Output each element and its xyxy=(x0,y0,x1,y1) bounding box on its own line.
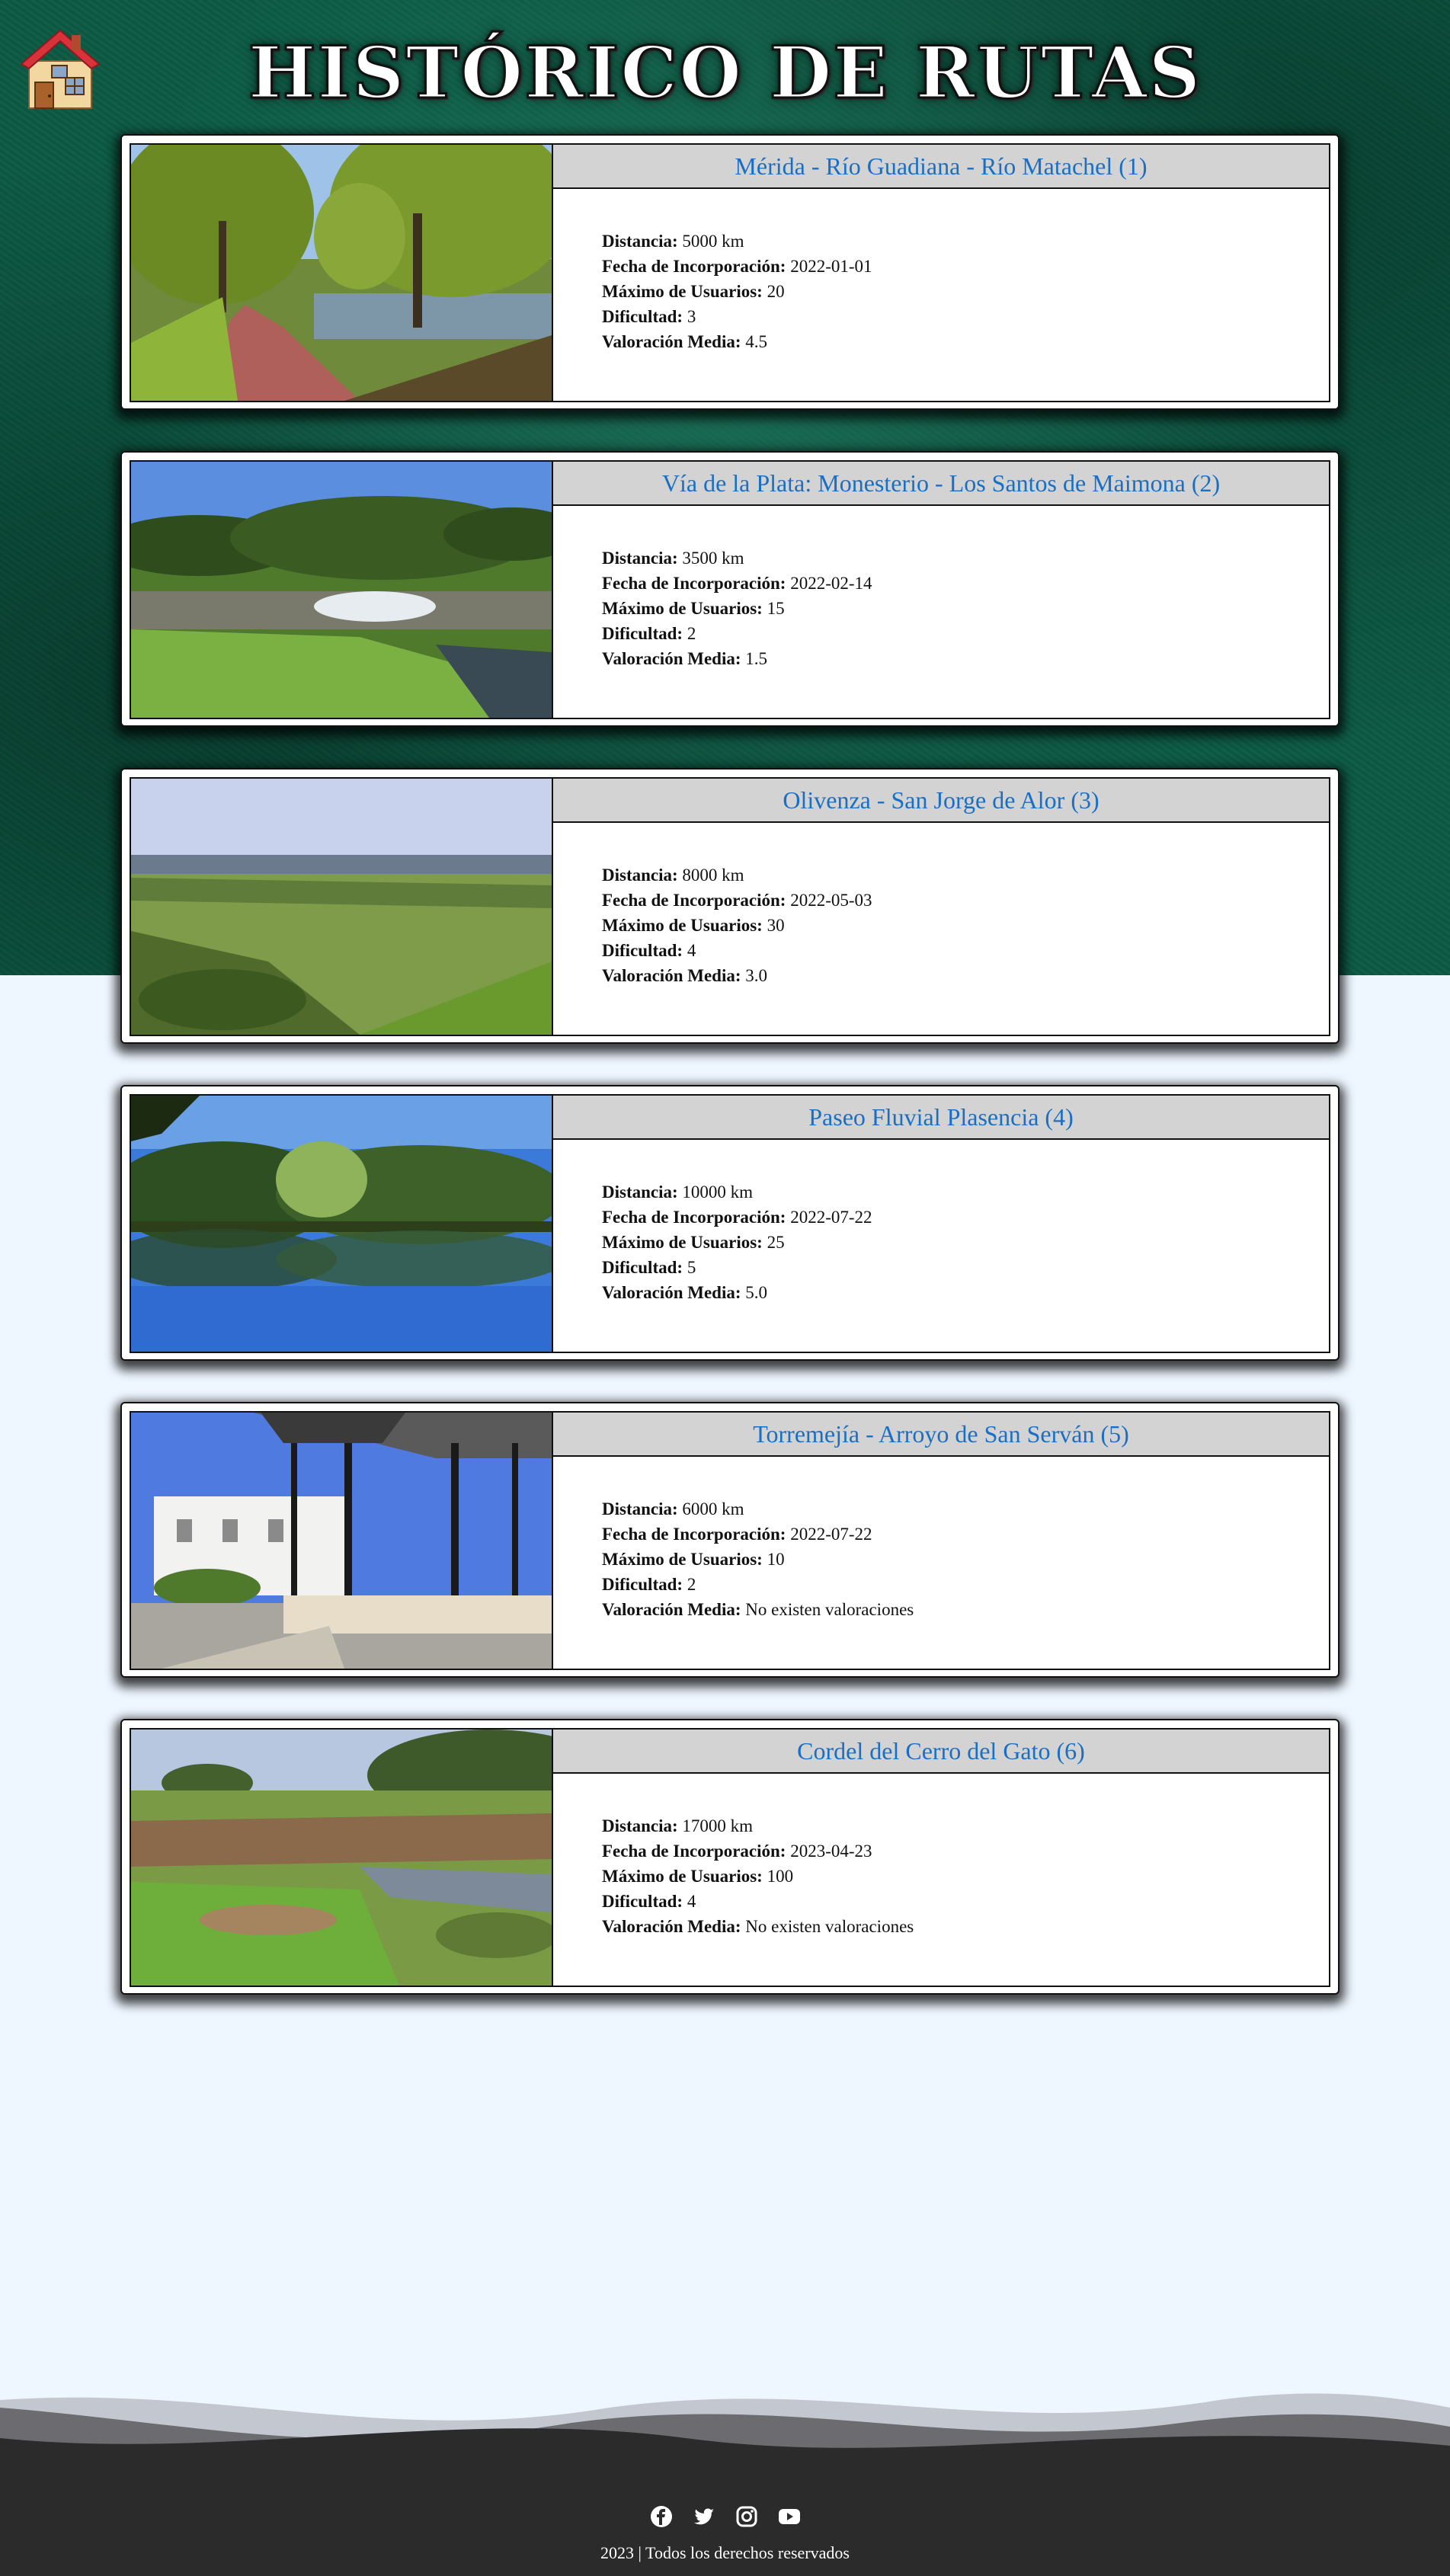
rating-row: Valoración Media: 4.5 xyxy=(602,332,767,351)
difficulty-row: Dificultad: 2 xyxy=(602,624,696,643)
rating-row: Valoración Media: No existen valoracione… xyxy=(602,1917,914,1936)
difficulty-row: Dificultad: 2 xyxy=(602,1575,696,1594)
route-details: Distancia: 10000 km Fecha de Incorporaci… xyxy=(553,1140,1329,1305)
distance-row: Distancia: 8000 km xyxy=(602,866,744,885)
date-row: Fecha de Incorporación: 2023-04-23 xyxy=(602,1842,872,1861)
route-card: Cordel del Cerro del Gato (6) Distancia:… xyxy=(120,1719,1340,1995)
rating-row: Valoración Media: 1.5 xyxy=(602,649,767,668)
facebook-icon[interactable] xyxy=(650,2505,673,2528)
twitter-icon[interactable] xyxy=(693,2505,715,2528)
date-row: Fecha de Incorporación: 2022-01-01 xyxy=(602,257,872,276)
date-row: Fecha de Incorporación: 2022-05-03 xyxy=(602,891,872,910)
creek-grassland-photo xyxy=(131,1730,553,1986)
town-bandstand-photo xyxy=(131,1413,553,1669)
rating-row: Valoración Media: 5.0 xyxy=(602,1283,767,1302)
route-card: Olivenza - San Jorge de Alor (3) Distanc… xyxy=(120,768,1340,1044)
date-row: Fecha de Incorporación: 2022-07-22 xyxy=(602,1208,872,1227)
difficulty-row: Dificultad: 4 xyxy=(602,1892,696,1911)
route-title-link[interactable]: Paseo Fluvial Plasencia (4) xyxy=(553,1096,1329,1140)
route-details: Distancia: 17000 km Fecha de Incorporaci… xyxy=(553,1774,1329,1939)
rating-row: Valoración Media: No existen valoracione… xyxy=(602,1600,914,1619)
route-title-link[interactable]: Cordel del Cerro del Gato (6) xyxy=(553,1730,1329,1774)
youtube-icon[interactable] xyxy=(778,2505,801,2528)
social-links xyxy=(0,2505,1450,2532)
route-title-link[interactable]: Torremejía - Arroyo de San Serván (5) xyxy=(553,1413,1329,1457)
route-details: Distancia: 5000 km Fecha de Incorporació… xyxy=(553,189,1329,354)
date-row: Fecha de Incorporación: 2022-02-14 xyxy=(602,574,872,593)
max-users-row: Máximo de Usuarios: 100 xyxy=(602,1867,794,1886)
max-users-row: Máximo de Usuarios: 20 xyxy=(602,282,785,301)
instagram-icon[interactable] xyxy=(735,2505,758,2528)
route-card: Paseo Fluvial Plasencia (4) Distancia: 1… xyxy=(120,1085,1340,1361)
difficulty-row: Dificultad: 5 xyxy=(602,1258,696,1277)
route-card: Torremejía - Arroyo de San Serván (5) Di… xyxy=(120,1402,1340,1678)
route-list: Mérida - Río Guadiana - Río Matachel (1)… xyxy=(120,134,1340,2036)
date-row: Fecha de Incorporación: 2022-07-22 xyxy=(602,1525,872,1544)
lake-reflection-photo xyxy=(131,1096,553,1352)
route-title-link[interactable]: Vía de la Plata: Monesterio - Los Santos… xyxy=(553,462,1329,506)
route-title-link[interactable]: Olivenza - San Jorge de Alor (3) xyxy=(553,779,1329,823)
rating-row: Valoración Media: 3.0 xyxy=(602,966,767,985)
route-details: Distancia: 8000 km Fecha de Incorporació… xyxy=(553,823,1329,988)
max-users-row: Máximo de Usuarios: 10 xyxy=(602,1550,785,1569)
max-users-row: Máximo de Usuarios: 15 xyxy=(602,599,785,618)
route-details: Distancia: 6000 km Fecha de Incorporació… xyxy=(553,1457,1329,1622)
river-path-photo xyxy=(131,145,553,401)
route-card: Vía de la Plata: Monesterio - Los Santos… xyxy=(120,451,1340,727)
route-details: Distancia: 3500 km Fecha de Incorporació… xyxy=(553,506,1329,671)
difficulty-row: Dificultad: 4 xyxy=(602,941,696,960)
max-users-row: Máximo de Usuarios: 30 xyxy=(602,916,785,935)
page-title: HISTÓRICO DE RUTAS xyxy=(247,30,1202,117)
max-users-row: Máximo de Usuarios: 25 xyxy=(602,1233,785,1252)
difficulty-row: Dificultad: 3 xyxy=(602,307,696,326)
route-card: Mérida - Río Guadiana - Río Matachel (1)… xyxy=(120,134,1340,410)
distance-row: Distancia: 17000 km xyxy=(602,1816,754,1835)
valley-landscape-photo xyxy=(131,779,553,1035)
stream-meadow-photo xyxy=(131,462,553,718)
distance-row: Distancia: 3500 km xyxy=(602,549,744,568)
route-title-link[interactable]: Mérida - Río Guadiana - Río Matachel (1) xyxy=(553,145,1329,189)
distance-row: Distancia: 5000 km xyxy=(602,232,744,251)
copyright-text: 2023 | Todos los derechos reservados xyxy=(600,2543,850,2562)
distance-row: Distancia: 10000 km xyxy=(602,1182,754,1202)
distance-row: Distancia: 6000 km xyxy=(602,1499,744,1518)
